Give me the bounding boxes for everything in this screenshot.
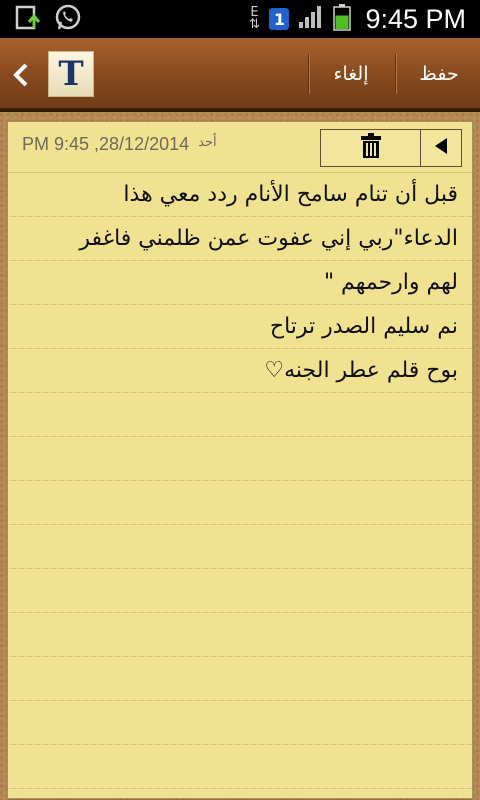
left-triangle-icon (433, 137, 449, 159)
memo-text-line: لهم وارحمهم " (323, 270, 458, 295)
status-clock: 9:45 PM (365, 3, 466, 34)
action-bar-divider (395, 54, 396, 94)
memo-text-line: بوح قلم عطر الجنه♡ (264, 358, 458, 383)
status-bar: E ⇅ 1 9:45 PM (0, 0, 480, 38)
memo-text-line: نم سليم الصدر ترتاح (269, 314, 458, 339)
memo-header: PM 9:45 ,28/12/2014 أحد (8, 122, 472, 173)
app-icon-letter: T (58, 54, 84, 94)
memo-text-line: الدعاء"ربي إني عفوت عمن ظلمني فاغفر (79, 226, 458, 251)
cancel-button[interactable]: إلغاء (308, 38, 394, 110)
memo-paper: PM 9:45 ,28/12/2014 أحد قبل أن تنام سامح… (8, 122, 472, 798)
save-button[interactable]: حفظ (398, 38, 480, 110)
memo-date: PM 9:45 ,28/12/2014 أحد (22, 134, 217, 155)
back-chevron-icon[interactable] (10, 60, 32, 90)
delete-button[interactable] (321, 130, 421, 166)
data-activity-icon: E ⇅ (248, 5, 260, 32)
text-memo-app-icon[interactable]: T (48, 51, 94, 97)
sim-icon: 1 (269, 8, 290, 30)
memo-datetime: PM 9:45 ,28/12/2014 (22, 134, 190, 154)
whatsapp-icon (54, 4, 82, 36)
signal-icon (297, 4, 325, 34)
upload-notification-icon (14, 4, 44, 36)
memo-text-line: قبل أن تنام سامح الأنام ردد معي هذا (123, 182, 458, 207)
trash-icon (360, 133, 382, 163)
previous-memo-button[interactable] (421, 130, 461, 166)
memo-day: أحد (198, 134, 217, 149)
memo-toolbar (320, 129, 462, 167)
action-bar: T إلغاء حفظ (0, 38, 480, 112)
battery-icon (333, 3, 352, 35)
memo-body[interactable]: قبل أن تنام سامح الأنام ردد معي هذا الدع… (16, 173, 458, 393)
